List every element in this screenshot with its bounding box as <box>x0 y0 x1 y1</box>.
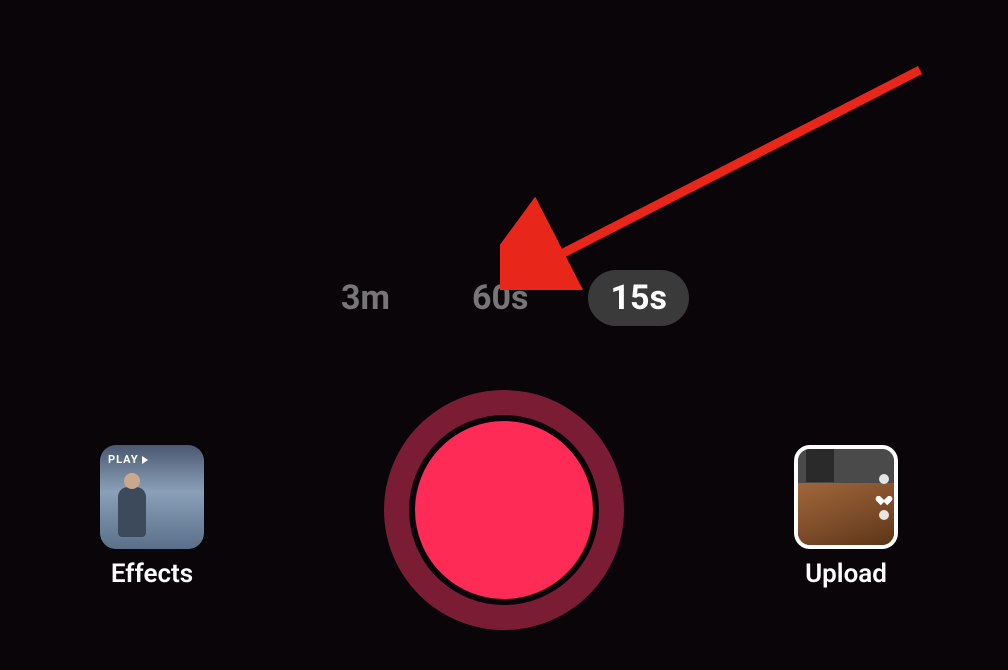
upload-button[interactable]: Upload <box>794 445 898 589</box>
effects-play-badge: PLAY <box>108 453 148 466</box>
duration-option-60s[interactable]: 60s <box>450 270 550 326</box>
effects-label: Effects <box>111 559 193 589</box>
effects-thumbnail-icon: PLAY <box>100 445 204 549</box>
duration-option-3m[interactable]: 3m <box>319 270 412 326</box>
annotation-arrow-icon <box>500 60 940 290</box>
effects-button[interactable]: PLAY Effects <box>100 445 204 589</box>
duration-option-15s[interactable]: 15s <box>588 270 688 326</box>
upload-label: Upload <box>805 559 887 589</box>
record-button-inner-icon <box>409 415 599 605</box>
record-button[interactable] <box>384 390 624 630</box>
duration-selector: 3m 60s 15s <box>0 270 1008 326</box>
upload-thumbnail-icon <box>794 445 898 549</box>
effects-person-icon <box>118 487 146 537</box>
upload-overlay-icons <box>879 474 889 520</box>
